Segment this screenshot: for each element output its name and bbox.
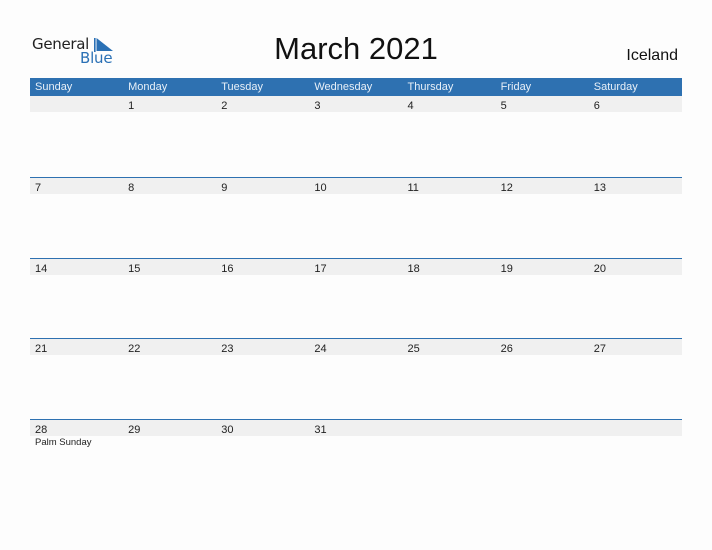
- weekday-friday: Friday: [500, 81, 532, 93]
- day-cell: 6: [589, 96, 682, 112]
- weeks-container: 1 2 3 4 5 6 7 8 9 10 11 12 13 14 15 16 17 18 19 20 21 22 23 24 2…: [30, 96, 682, 499]
- day-number: 10: [314, 182, 327, 194]
- day-number: 31: [314, 423, 327, 436]
- day-cell: 31: [309, 420, 402, 436]
- week-row: 28 29 30 31 Palm Sunday: [30, 418, 682, 500]
- event-cell: [589, 436, 682, 449]
- event-cell: [496, 436, 589, 449]
- week-row: 1 2 3 4 5 6: [30, 96, 682, 177]
- day-number: 14: [35, 262, 48, 275]
- day-cell: 4: [403, 96, 496, 112]
- day-number-bar: 7 8 9 10 11 12 13: [30, 178, 682, 194]
- event-cell: [403, 436, 496, 449]
- day-number-bar: 14 15 16 17 18 19 20: [30, 258, 682, 275]
- day-cell: [403, 420, 496, 436]
- day-number-bar: 21 22 23 24 25 26 27: [30, 339, 682, 355]
- event-cell: [216, 436, 309, 449]
- weekday-saturday: Saturday: [593, 81, 638, 93]
- day-cell: [589, 420, 682, 436]
- weekday-tuesday: Tuesday: [221, 81, 264, 93]
- day-cell: 23: [216, 339, 309, 355]
- day-number: 6: [593, 100, 600, 112]
- day-cell: 5: [496, 96, 589, 112]
- day-cell: 28: [30, 420, 123, 436]
- day-number: 15: [128, 262, 141, 275]
- day-number: 22: [128, 343, 141, 355]
- events-row: Palm Sunday: [30, 436, 682, 449]
- day-number: 2: [221, 100, 228, 112]
- weekday-thursday: Thursday: [407, 81, 454, 93]
- day-number: 5: [500, 100, 507, 112]
- weekday-wednesday: Wednesday: [314, 81, 373, 93]
- day-cell: [30, 96, 123, 112]
- day-cell: 13: [589, 178, 682, 194]
- country-label: Iceland: [626, 47, 678, 64]
- day-cell: 17: [309, 259, 402, 275]
- day-cell: 12: [496, 178, 589, 194]
- day-number-bar: 28 29 30 31: [30, 419, 682, 436]
- day-number: 12: [500, 182, 513, 194]
- day-cell: 21: [30, 339, 123, 355]
- day-number: 19: [500, 262, 513, 275]
- day-cell: 10: [309, 178, 402, 194]
- event-cell: Palm Sunday: [30, 436, 123, 449]
- day-number: 9: [221, 182, 228, 194]
- week-row: 21 22 23 24 25 26 27: [30, 338, 682, 419]
- day-number: 7: [35, 182, 42, 194]
- day-cell: 19: [496, 259, 589, 275]
- day-cell: 2: [216, 96, 309, 112]
- day-cell: 16: [216, 259, 309, 275]
- calendar-grid: Sunday Monday Tuesday Wednesday Thursday…: [30, 78, 682, 499]
- day-number: 13: [593, 182, 606, 194]
- day-number-bar: 1 2 3 4 5 6: [30, 96, 682, 112]
- week-row: 7 8 9 10 11 12 13: [30, 177, 682, 258]
- day-number: 18: [407, 262, 420, 275]
- day-number: 16: [221, 262, 234, 275]
- day-cell: 27: [589, 339, 682, 355]
- page-title: March 2021: [274, 31, 438, 66]
- weekday-sunday: Sunday: [35, 81, 73, 93]
- day-cell: 7: [30, 178, 123, 194]
- day-cell: 9: [216, 178, 309, 194]
- day-cell: 3: [309, 96, 402, 112]
- weekday-header: Sunday Monday Tuesday Wednesday Thursday…: [30, 78, 682, 96]
- day-number: 26: [500, 343, 513, 355]
- day-number: 30: [221, 423, 234, 436]
- day-cell: 30: [216, 420, 309, 436]
- day-cell: 22: [123, 339, 216, 355]
- week-row: 14 15 16 17 18 19 20: [30, 257, 682, 339]
- day-number: 28: [35, 423, 48, 436]
- day-cell: 24: [309, 339, 402, 355]
- day-cell: 14: [30, 259, 123, 275]
- day-number: 3: [314, 100, 321, 112]
- day-number: 27: [593, 343, 606, 355]
- day-cell: 26: [496, 339, 589, 355]
- day-cell: [496, 420, 589, 436]
- weekday-monday: Monday: [128, 81, 168, 93]
- day-number: 1: [128, 100, 135, 112]
- day-cell: 18: [403, 259, 496, 275]
- event-cell: [309, 436, 402, 449]
- day-cell: 1: [123, 96, 216, 112]
- day-number: 17: [314, 262, 327, 275]
- day-number: 29: [128, 423, 141, 436]
- day-number: 25: [407, 343, 420, 355]
- event-cell: [123, 436, 216, 449]
- day-number: 23: [221, 343, 234, 355]
- day-cell: 8: [123, 178, 216, 194]
- holiday-label: Palm Sunday: [35, 436, 92, 448]
- day-number: 4: [407, 100, 414, 112]
- day-number: 21: [35, 343, 48, 355]
- day-number: 11: [407, 182, 419, 194]
- day-number: 20: [593, 262, 606, 275]
- day-cell: 29: [123, 420, 216, 436]
- day-cell: 25: [403, 339, 496, 355]
- day-number: 24: [314, 343, 327, 355]
- day-cell: 20: [589, 259, 682, 275]
- day-cell: 11: [403, 178, 496, 194]
- day-cell: 15: [123, 259, 216, 275]
- day-number: 8: [128, 182, 135, 194]
